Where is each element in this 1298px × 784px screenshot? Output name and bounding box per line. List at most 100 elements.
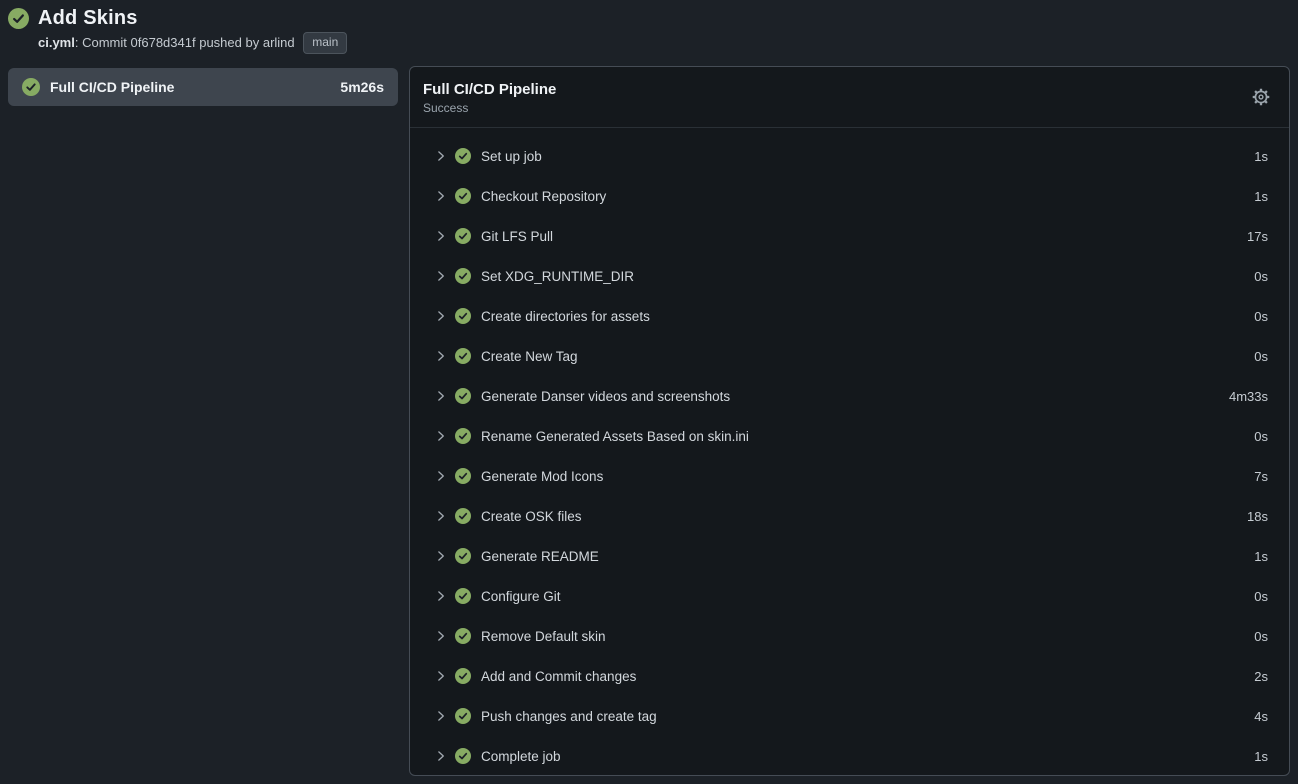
- step-success-check-circle-icon: [455, 348, 471, 364]
- step-success-check-circle-icon: [455, 628, 471, 644]
- step-success-check-circle-icon: [455, 708, 471, 724]
- chevron-right-icon[interactable]: [434, 749, 448, 763]
- step-success-check-circle-icon: [455, 308, 471, 324]
- sidebar-job-full-ci-cd-pipeline[interactable]: Full CI/CD Pipeline 5m26s: [8, 68, 398, 106]
- step-name: Generate Danser videos and screenshots: [481, 389, 1222, 404]
- step-name: Generate README: [481, 549, 1247, 564]
- job-success-check-circle-icon: [22, 78, 40, 96]
- job-duration: 5m26s: [340, 79, 384, 95]
- job-panel-title: Full CI/CD Pipeline: [423, 80, 1273, 99]
- step-success-check-circle-icon: [455, 148, 471, 164]
- step-success-check-circle-icon: [455, 188, 471, 204]
- gear-icon: [1251, 95, 1271, 110]
- step-row[interactable]: Add and Commit changes 2s: [410, 656, 1289, 696]
- step-row[interactable]: Set XDG_RUNTIME_DIR 0s: [410, 256, 1289, 296]
- chevron-right-icon[interactable]: [434, 429, 448, 443]
- job-settings-button[interactable]: [1249, 85, 1273, 109]
- step-row[interactable]: Push changes and create tag 4s: [410, 696, 1289, 736]
- step-duration: 0s: [1254, 589, 1268, 604]
- step-success-check-circle-icon: [455, 228, 471, 244]
- step-name: Create directories for assets: [481, 309, 1247, 324]
- step-name: Create OSK files: [481, 509, 1240, 524]
- pushed-by-text: pushed by: [199, 35, 259, 50]
- commit-author: arlind: [263, 35, 295, 50]
- step-row[interactable]: Create New Tag 0s: [410, 336, 1289, 376]
- step-row[interactable]: Create OSK files 18s: [410, 496, 1289, 536]
- step-success-check-circle-icon: [455, 668, 471, 684]
- step-name: Add and Commit changes: [481, 669, 1247, 684]
- step-duration: 0s: [1254, 309, 1268, 324]
- step-duration: 0s: [1254, 429, 1268, 444]
- step-row[interactable]: Checkout Repository 1s: [410, 176, 1289, 216]
- step-success-check-circle-icon: [455, 748, 471, 764]
- step-duration: 17s: [1247, 229, 1268, 244]
- step-duration: 18s: [1247, 509, 1268, 524]
- actions-run-page: Add Skins ci.yml: Commit 0f678d341f push…: [0, 0, 1298, 776]
- job-name: Full CI/CD Pipeline: [50, 79, 330, 95]
- step-row[interactable]: Git LFS Pull 17s: [410, 216, 1289, 256]
- step-name: Generate Mod Icons: [481, 469, 1247, 484]
- step-duration: 1s: [1254, 549, 1268, 564]
- step-success-check-circle-icon: [455, 388, 471, 404]
- step-duration: 0s: [1254, 349, 1268, 364]
- step-name: Git LFS Pull: [481, 229, 1240, 244]
- step-success-check-circle-icon: [455, 508, 471, 524]
- step-success-check-circle-icon: [455, 468, 471, 484]
- step-duration: 1s: [1254, 749, 1268, 764]
- step-duration: 2s: [1254, 669, 1268, 684]
- chevron-right-icon[interactable]: [434, 549, 448, 563]
- step-duration: 4m33s: [1229, 389, 1268, 404]
- step-row[interactable]: Remove Default skin 0s: [410, 616, 1289, 656]
- run-content: Full CI/CD Pipeline 5m26s Full CI/CD Pip…: [0, 66, 1298, 776]
- job-detail-panel: Full CI/CD Pipeline Success: [409, 66, 1290, 776]
- step-name: Push changes and create tag: [481, 709, 1247, 724]
- run-header: Add Skins ci.yml: Commit 0f678d341f push…: [0, 0, 1298, 54]
- chevron-right-icon[interactable]: [434, 509, 448, 523]
- chevron-right-icon[interactable]: [434, 189, 448, 203]
- chevron-right-icon[interactable]: [434, 309, 448, 323]
- step-name: Rename Generated Assets Based on skin.in…: [481, 429, 1247, 444]
- step-duration: 1s: [1254, 149, 1268, 164]
- chevron-right-icon[interactable]: [434, 389, 448, 403]
- step-duration: 0s: [1254, 629, 1268, 644]
- step-name: Set XDG_RUNTIME_DIR: [481, 269, 1247, 284]
- step-list: Set up job 1s Checkout Repository 1s: [410, 128, 1289, 775]
- step-name: Complete job: [481, 749, 1247, 764]
- chevron-right-icon[interactable]: [434, 149, 448, 163]
- step-row[interactable]: Rename Generated Assets Based on skin.in…: [410, 416, 1289, 456]
- step-name: Configure Git: [481, 589, 1247, 604]
- chevron-right-icon[interactable]: [434, 669, 448, 683]
- step-success-check-circle-icon: [455, 548, 471, 564]
- chevron-right-icon[interactable]: [434, 589, 448, 603]
- step-row[interactable]: Generate Danser videos and screenshots 4…: [410, 376, 1289, 416]
- branch-badge[interactable]: main: [303, 32, 347, 54]
- jobs-sidebar: Full CI/CD Pipeline 5m26s: [8, 66, 398, 106]
- chevron-right-icon[interactable]: [434, 269, 448, 283]
- step-row[interactable]: Generate README 1s: [410, 536, 1289, 576]
- step-row[interactable]: Generate Mod Icons 7s: [410, 456, 1289, 496]
- step-name: Remove Default skin: [481, 629, 1247, 644]
- step-duration: 0s: [1254, 269, 1268, 284]
- chevron-right-icon[interactable]: [434, 629, 448, 643]
- chevron-right-icon[interactable]: [434, 349, 448, 363]
- step-duration: 1s: [1254, 189, 1268, 204]
- step-name: Set up job: [481, 149, 1247, 164]
- chevron-right-icon[interactable]: [434, 229, 448, 243]
- step-success-check-circle-icon: [455, 268, 471, 284]
- chevron-right-icon[interactable]: [434, 709, 448, 723]
- step-success-check-circle-icon: [455, 428, 471, 444]
- step-duration: 7s: [1254, 469, 1268, 484]
- commit-sha-link[interactable]: 0f678d341f: [131, 35, 196, 50]
- step-row[interactable]: Create directories for assets 0s: [410, 296, 1289, 336]
- success-check-circle-icon: [8, 8, 29, 34]
- step-row[interactable]: Set up job 1s: [410, 136, 1289, 176]
- chevron-right-icon[interactable]: [434, 469, 448, 483]
- step-row[interactable]: Configure Git 0s: [410, 576, 1289, 616]
- meta-colon: :: [75, 35, 79, 50]
- step-name: Create New Tag: [481, 349, 1247, 364]
- step-duration: 4s: [1254, 709, 1268, 724]
- job-status-text: Success: [423, 101, 1273, 116]
- step-success-check-circle-icon: [455, 588, 471, 604]
- step-row[interactable]: Complete job 1s: [410, 736, 1289, 775]
- job-panel-header: Full CI/CD Pipeline Success: [410, 67, 1289, 128]
